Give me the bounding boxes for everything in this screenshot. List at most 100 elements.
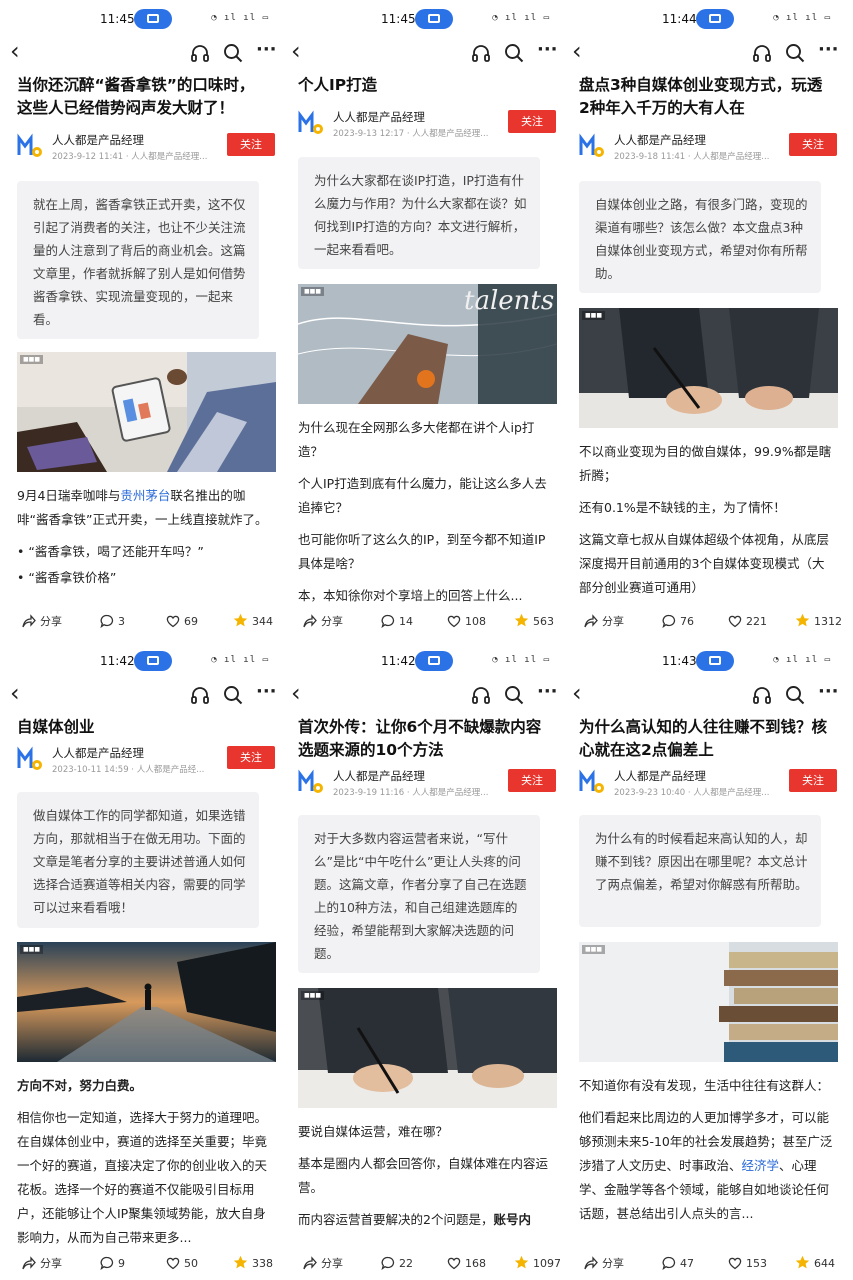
favorite-button[interactable]: 1097: [514, 1255, 560, 1273]
status-bar: 11:44 ◔ ıl ıl ▭: [562, 8, 841, 32]
signal-icons: ◔ ıl ıl ▭: [211, 13, 269, 23]
search-icon[interactable]: [784, 684, 806, 706]
comment-button[interactable]: 76: [662, 613, 694, 631]
comment-button[interactable]: 47: [662, 1255, 694, 1273]
headphones-icon[interactable]: [189, 684, 211, 706]
action-bar: 分享 14 108 563: [281, 610, 560, 634]
author-row: 人人都是产品经理 2023-9-12 11:41 · 人人都是产品经理... 关…: [17, 129, 277, 165]
follow-button[interactable]: 关注: [789, 133, 837, 156]
share-button[interactable]: 分享: [22, 1255, 62, 1273]
search-icon[interactable]: [503, 684, 525, 706]
more-options-icon[interactable]: ···: [256, 683, 278, 706]
follow-button[interactable]: 关注: [789, 769, 837, 792]
comment-icon: [381, 1256, 395, 1271]
follow-button[interactable]: 关注: [508, 110, 556, 133]
comment-icon: [100, 614, 114, 629]
like-button[interactable]: 50: [166, 1255, 198, 1273]
article-title: 为什么高认知的人往往赚不到钱？核心就在这2点偏差上: [579, 718, 828, 759]
author-avatar-logo[interactable]: [17, 746, 43, 772]
back-icon[interactable]: ‹: [572, 680, 582, 706]
like-button[interactable]: 153: [728, 1255, 767, 1273]
body-paragraph: 不以商业变现为目的做自媒体，99.9%都是瞎折腾；: [579, 444, 832, 483]
heart-icon: [728, 615, 742, 628]
author-name[interactable]: 人人都是产品经理: [333, 109, 425, 125]
favorite-button[interactable]: 344: [233, 613, 273, 631]
body-link[interactable]: 贵州茅台: [120, 488, 170, 503]
headphones-icon[interactable]: [189, 42, 211, 64]
follow-button[interactable]: 关注: [227, 133, 275, 156]
search-icon[interactable]: [784, 42, 806, 64]
body-paragraph: 为什么现在全网那么多大佬都在讲个人ip打造？: [298, 420, 535, 459]
more-options-icon[interactable]: ···: [256, 41, 278, 64]
status-bar: 11:43 ◔ ıl ıl ▭: [562, 650, 841, 674]
article-title: 首次外传：让你6个月不缺爆款内容选题来源的10个方法: [298, 718, 542, 759]
heart-icon: [166, 615, 180, 628]
favorite-button[interactable]: 338: [233, 1255, 273, 1273]
more-options-icon[interactable]: ···: [818, 41, 840, 64]
back-icon[interactable]: ‹: [572, 38, 582, 64]
comment-button[interactable]: 22: [381, 1255, 413, 1273]
author-avatar-logo[interactable]: [298, 769, 324, 795]
screen-cast-icon: [415, 9, 453, 29]
status-bar: 11:45 ◔ ıl ıl ▭: [0, 8, 279, 32]
author-name[interactable]: 人人都是产品经理: [52, 745, 144, 761]
article-meta: 2023-10-11 14:59 · 人人都是产品经...: [52, 765, 205, 775]
article-toolbar: ‹ ···: [562, 36, 841, 70]
favorite-button[interactable]: 644: [795, 1255, 835, 1273]
share-button[interactable]: 分享: [303, 613, 343, 631]
comment-icon: [381, 614, 395, 629]
headphones-icon[interactable]: [470, 42, 492, 64]
favorite-button[interactable]: 563: [514, 613, 554, 631]
comment-button[interactable]: 14: [381, 613, 413, 631]
article-toolbar: ‹ ···: [281, 678, 560, 712]
author-name[interactable]: 人人都是产品经理: [614, 132, 706, 148]
article-title: 盘点3种自媒体创业变现方式，玩透2种年入千万的大有人在: [579, 76, 823, 117]
follow-button[interactable]: 关注: [508, 769, 556, 792]
action-bar: 分享 22 168 1097: [281, 1252, 560, 1276]
headphones-icon[interactable]: [751, 684, 773, 706]
status-bar: 11:42 ◔ ıl ıl ▭: [281, 650, 560, 674]
author-name[interactable]: 人人都是产品经理: [52, 132, 144, 148]
back-icon[interactable]: ‹: [10, 38, 20, 64]
search-icon[interactable]: [222, 42, 244, 64]
back-icon[interactable]: ‹: [291, 38, 301, 64]
comment-button[interactable]: 9: [100, 1255, 125, 1273]
star-icon: [233, 1255, 248, 1269]
back-icon[interactable]: ‹: [291, 680, 301, 706]
comment-button[interactable]: 3: [100, 613, 125, 631]
share-button[interactable]: 分享: [584, 1255, 624, 1273]
author-avatar-logo[interactable]: [579, 769, 605, 795]
heart-icon: [728, 1257, 742, 1270]
more-options-icon[interactable]: ···: [818, 683, 840, 706]
star-icon: [795, 613, 810, 627]
body-link[interactable]: 经济学: [742, 1158, 780, 1173]
action-bar: 分享 9 50 338: [0, 1252, 279, 1276]
follow-button[interactable]: 关注: [227, 746, 275, 769]
author-avatar-logo[interactable]: [579, 133, 605, 159]
article-summary: 自媒体创业之路，有很多门路，变现的渠道有哪些？该怎么做？本文盘点3种自媒体创业变…: [579, 181, 821, 293]
back-icon[interactable]: ‹: [10, 680, 20, 706]
author-avatar-logo[interactable]: [17, 133, 43, 159]
signal-icons: ◔ ıl ıl ▭: [773, 655, 831, 665]
favorite-button[interactable]: 1312: [795, 613, 841, 631]
share-button[interactable]: 分享: [584, 613, 624, 631]
like-button[interactable]: 221: [728, 613, 767, 631]
search-icon[interactable]: [222, 684, 244, 706]
author-avatar-logo[interactable]: [298, 110, 324, 136]
more-options-icon[interactable]: ···: [537, 683, 559, 706]
like-button[interactable]: 168: [447, 1255, 486, 1273]
headphones-icon[interactable]: [470, 684, 492, 706]
search-icon[interactable]: [503, 42, 525, 64]
share-button[interactable]: 分享: [303, 1255, 343, 1273]
star-icon: [514, 1255, 529, 1269]
more-options-icon[interactable]: ···: [537, 41, 559, 64]
image-watermark-logo: ■■■: [301, 991, 325, 1000]
share-button[interactable]: 分享: [22, 613, 62, 631]
share-icon: [584, 614, 598, 628]
headphones-icon[interactable]: [751, 42, 773, 64]
like-button[interactable]: 69: [166, 613, 198, 631]
author-name[interactable]: 人人都是产品经理: [614, 768, 706, 784]
author-name[interactable]: 人人都是产品经理: [333, 768, 425, 784]
like-button[interactable]: 108: [447, 613, 486, 631]
share-icon: [303, 614, 317, 628]
